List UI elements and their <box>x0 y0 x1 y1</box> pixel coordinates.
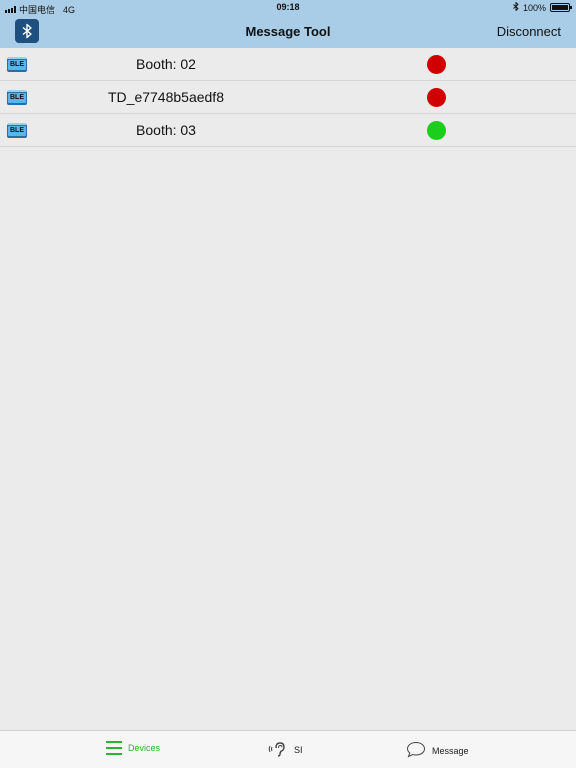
device-name: Booth: 02 <box>136 56 196 72</box>
device-name: TD_e7748b5aedf8 <box>108 89 224 105</box>
device-row[interactable]: BLE TD_e7748b5aedf8 <box>0 81 576 114</box>
ble-device-icon: BLE <box>7 123 27 138</box>
navigation-bar: Message Tool Disconnect <box>0 16 576 48</box>
device-row[interactable]: BLE Booth: 03 <box>0 114 576 147</box>
tab-bar: Devices SI Message <box>0 730 576 768</box>
tab-devices[interactable]: Devices <box>106 741 160 755</box>
bluetooth-status-icon <box>513 1 519 13</box>
ble-icon-label: BLE <box>8 126 26 136</box>
status-time: 09:18 <box>276 2 300 12</box>
status-right: 100% <box>513 1 572 13</box>
device-list: BLE Booth: 02 BLE TD_e7748b5aedf8 BLE Booth: … <box>0 48 576 147</box>
ble-icon-label: BLE <box>8 60 26 70</box>
list-icon <box>106 741 122 755</box>
ble-device-icon: BLE <box>7 57 27 72</box>
ble-icon-label: BLE <box>8 93 26 103</box>
connection-status-indicator <box>427 55 446 74</box>
battery-icon <box>550 3 572 12</box>
disconnect-button[interactable]: Disconnect <box>497 24 561 39</box>
tab-message[interactable]: Message <box>406 741 469 760</box>
tab-si[interactable]: SI <box>268 741 303 759</box>
bluetooth-icon[interactable] <box>15 19 39 43</box>
connection-status-indicator <box>427 88 446 107</box>
status-bar: 中国电信 4G 09:18 100% <box>0 0 576 16</box>
ble-device-icon: BLE <box>7 90 27 105</box>
battery-percent: 100% <box>522 2 546 13</box>
page-title: Message Tool <box>245 24 331 39</box>
connection-status-indicator <box>427 121 446 140</box>
device-row[interactable]: BLE Booth: 02 <box>0 48 576 81</box>
device-name: Booth: 03 <box>136 122 196 138</box>
tab-message-label: Message <box>432 745 469 756</box>
battery-fill <box>552 5 568 10</box>
chat-bubble-icon <box>406 741 426 760</box>
hearing-icon <box>268 741 288 759</box>
tab-si-label: SI <box>294 745 303 755</box>
tab-devices-label: Devices <box>128 743 161 753</box>
